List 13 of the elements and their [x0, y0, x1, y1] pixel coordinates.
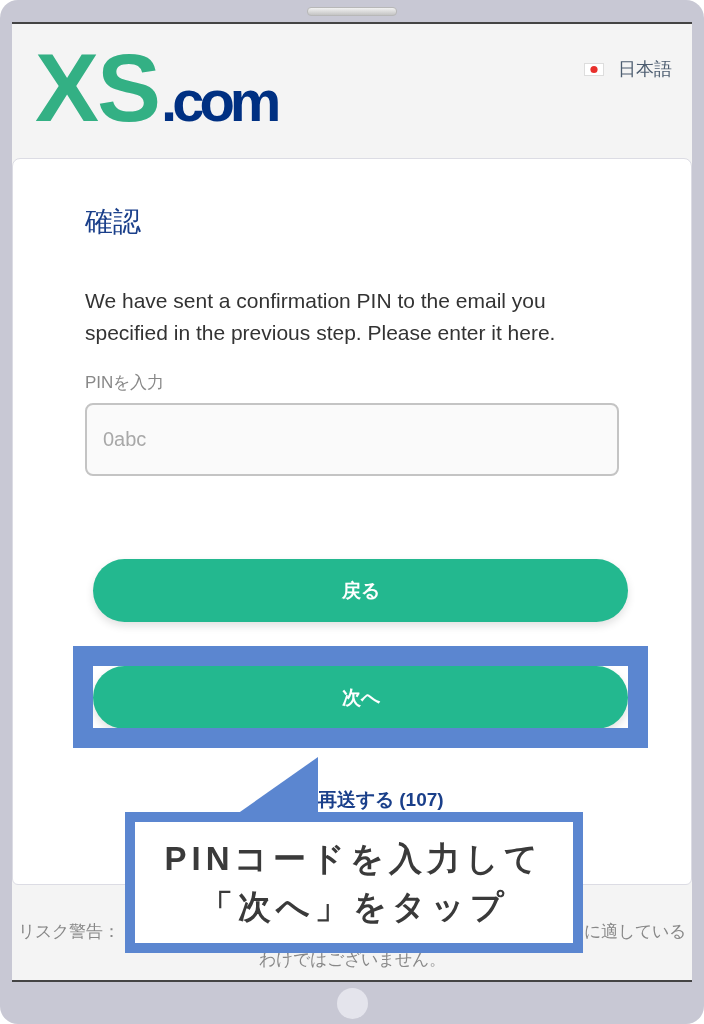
language-selector[interactable]: 日本語	[618, 57, 672, 81]
risk-warning-text: リスク警告：	[18, 921, 120, 943]
risk-warning-text: に適している	[584, 921, 686, 943]
instruction-text: We have sent a confirmation PIN to the email you specified in the previous step. Please enter it here.	[85, 288, 557, 346]
callout-text: PINコードを入力して	[164, 838, 544, 879]
callout-text: 「次へ」をタップ	[199, 886, 509, 927]
pin-input-field[interactable]: 0abc	[85, 403, 619, 476]
resend-link[interactable]: 再送する (107)	[318, 789, 444, 810]
risk-warning-text: わけではございません。	[258, 949, 446, 971]
logo: XS.com	[35, 40, 277, 136]
flag-icon[interactable]	[584, 62, 604, 76]
page-title: 確認	[85, 205, 142, 239]
field-label: PINを入力	[85, 372, 165, 394]
